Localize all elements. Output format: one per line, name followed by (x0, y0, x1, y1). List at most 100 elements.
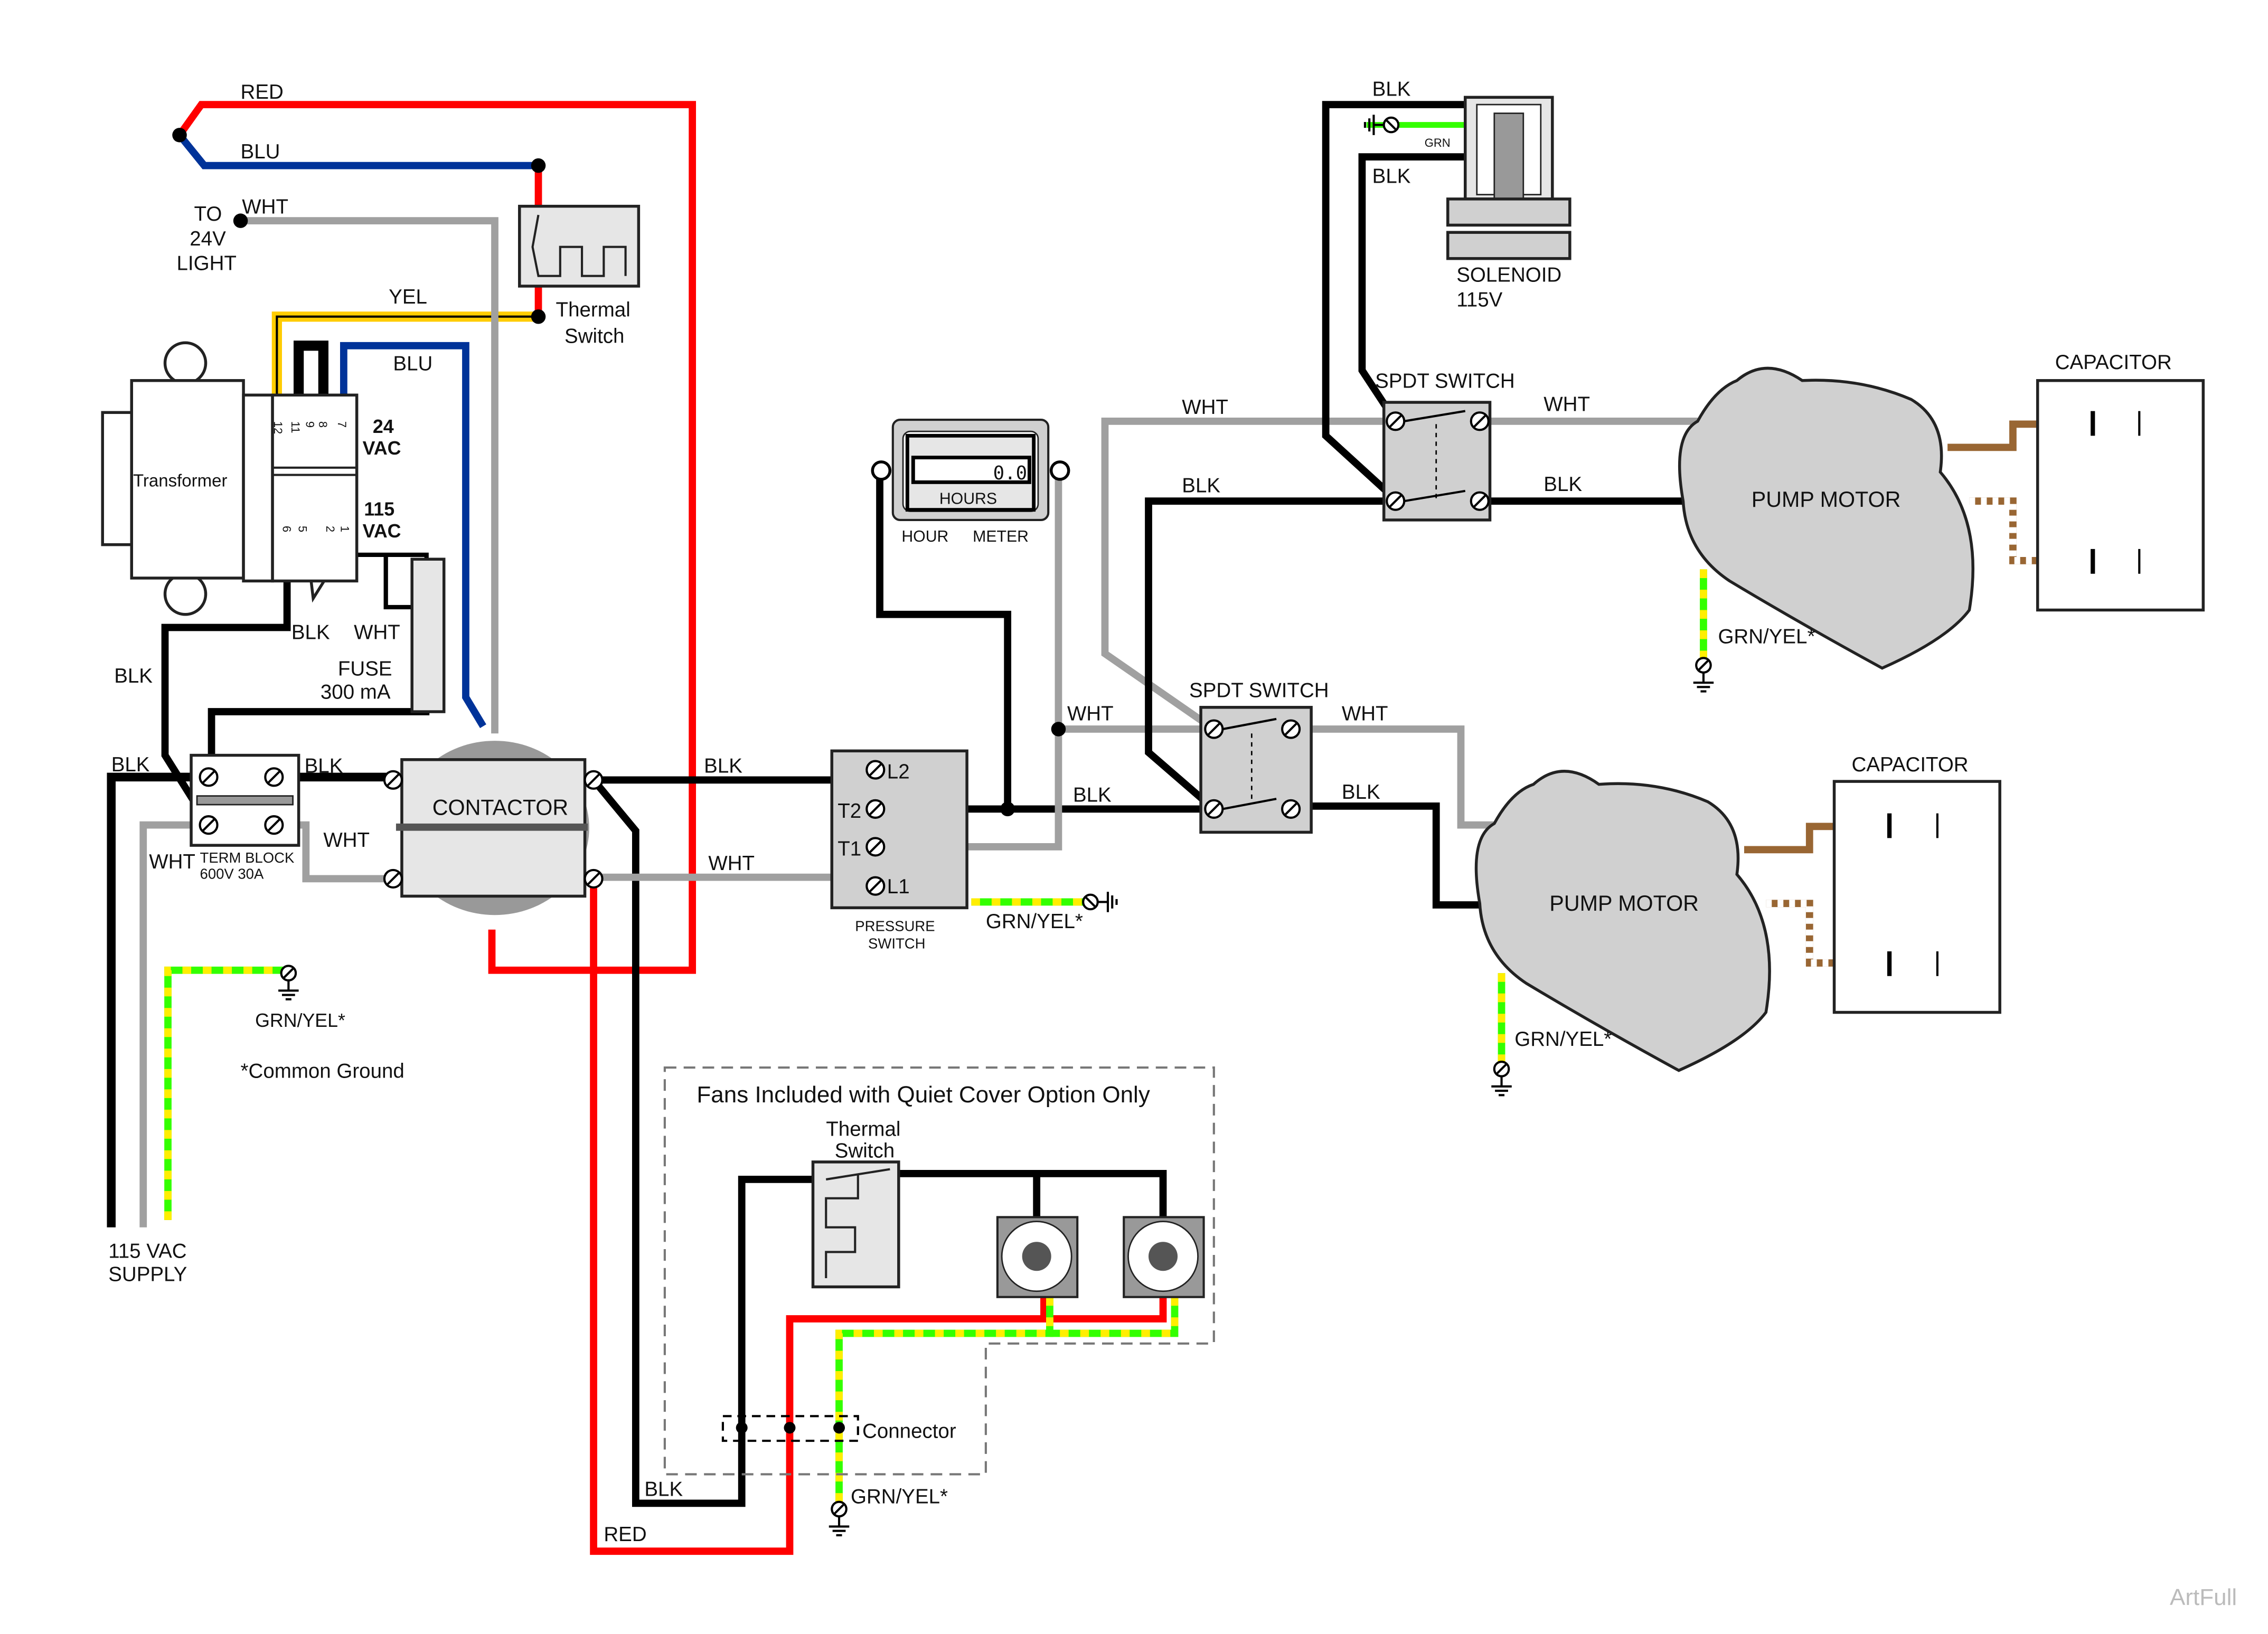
ground-icon (1083, 892, 1116, 912)
label-115vac: VAC (363, 521, 401, 542)
fan-thermal-switch-label: Thermal (826, 1118, 900, 1140)
terminal-label: T2 (837, 800, 861, 823)
term-block-label: TERM BLOCK (200, 849, 295, 866)
fans-section-title: Fans Included with Quiet Cover Option On… (697, 1082, 1150, 1108)
contactor (384, 741, 603, 915)
capacitor-label: CAPACITOR (1852, 753, 1969, 776)
terminal-label: L2 (887, 761, 910, 783)
pin-label: 12 (271, 421, 285, 434)
black-fan-wire (887, 1170, 1167, 1220)
connector-label: Connector (862, 1420, 956, 1443)
label-115vac: 115 (364, 499, 394, 520)
label-blk: BLK (1372, 78, 1411, 101)
label-grn-yel: GRN/YEL* (986, 910, 1083, 933)
supply-label: 115 VAC (108, 1240, 186, 1262)
fan-thermal-switch (811, 1160, 900, 1289)
pin-label: 1 (338, 526, 351, 532)
terminal-label: T1 (837, 837, 861, 860)
label-wht: WHT (354, 621, 400, 644)
spdt-switch-label: SPDT SWITCH (1189, 679, 1329, 702)
common-ground-note: *Common Ground (241, 1060, 404, 1082)
hour-meter-label: HOUR (901, 528, 948, 545)
transformer-label: Transformer (133, 471, 227, 490)
spdt-switch-1 (1382, 401, 1492, 522)
label-light: LIGHT (177, 252, 237, 275)
solenoid-label: SOLENOID (1456, 264, 1561, 287)
spdt-switch-label: SPDT SWITCH (1375, 370, 1515, 393)
label-24vac: 24 (373, 416, 394, 437)
label-wht: WHT (708, 852, 755, 875)
watermark: ArtFull (2170, 1584, 2237, 1610)
label-wht: WHT (149, 851, 195, 873)
contactor-label: CONTACTOR (432, 795, 568, 819)
black-contactor-fan (590, 777, 817, 1507)
black-motor2 (1294, 802, 1480, 909)
label-wht: WHT (1182, 396, 1228, 419)
label-blk: BLK (1342, 781, 1380, 804)
fuse-label: FUSE (338, 657, 392, 680)
thermal-switch (518, 204, 641, 288)
spdt-switch-2 (1199, 706, 1313, 834)
label-blk: BLK (291, 621, 330, 644)
pump-motor-2 (1474, 770, 1771, 1072)
label-wht: WHT (1544, 393, 1590, 416)
thermal-switch-label: Switch (564, 325, 624, 347)
capacitor-2 (1832, 780, 2001, 1014)
label-wht: WHT (1342, 703, 1388, 725)
fan-thermal-switch-label: Switch (835, 1140, 895, 1163)
solenoid-label: 115V (1456, 288, 1502, 311)
hour-meter-display: 0.0 (993, 462, 1028, 484)
pin-label: 5 (296, 526, 309, 532)
pressure-switch-label: PRESSURE (855, 918, 935, 934)
terminal-label: L1 (887, 875, 910, 898)
label-to: TO (194, 203, 222, 225)
label-blk: BLK (644, 1478, 683, 1501)
label-wht: WHT (323, 829, 370, 852)
ground-icon (1693, 658, 1714, 691)
label-grn-yel: GRN/YEL* (851, 1485, 948, 1508)
blue-wire-top (176, 133, 539, 169)
label-grn: GRN (1425, 136, 1451, 149)
pump-motor-1 (1678, 366, 1974, 670)
pin-label: 9 (303, 421, 316, 428)
capacitor-label: CAPACITOR (2055, 351, 2172, 374)
pin-label: 11 (289, 421, 302, 433)
fan-icon (1123, 1216, 1205, 1298)
white-supply-wire (139, 821, 204, 1227)
terminal-block (190, 753, 300, 847)
label-blk: BLK (1372, 165, 1411, 188)
label-red: RED (241, 81, 284, 103)
label-24vac: VAC (363, 438, 401, 459)
wiring-diagram: RED BLU WHT TO 24V LIGHT YEL Thermal Swi… (101, 78, 2237, 1610)
pump-motor-label: PUMP MOTOR (1549, 891, 1699, 915)
pin-label: 2 (324, 526, 337, 532)
label-blu: BLU (393, 353, 432, 375)
term-block-label: 600V 30A (200, 865, 264, 882)
pin-label: 7 (335, 421, 349, 428)
label-wht: WHT (242, 195, 288, 218)
label-blk: BLK (1182, 475, 1220, 497)
white-motor2 (1294, 725, 1494, 829)
label-blk: BLK (114, 665, 153, 687)
label-blu: BLU (241, 140, 280, 163)
hours-label: HOURS (939, 490, 997, 508)
ground-icon (278, 966, 299, 999)
label-blk: BLK (111, 753, 150, 776)
hour-meter-label: METER (973, 528, 1029, 545)
ground-icon (1365, 115, 1398, 135)
label-grn-yel: GRN/YEL* (1718, 626, 1815, 648)
label-blk: BLK (305, 755, 343, 778)
label-grn-yel: GRN/YEL* (1514, 1028, 1612, 1051)
pin-label: 8 (316, 421, 330, 428)
supply-label: SUPPLY (108, 1263, 187, 1286)
pin-label: 6 (280, 526, 293, 532)
label-blk: BLK (1073, 784, 1112, 807)
ground-icon (1491, 1062, 1512, 1095)
capacitor-1 (2036, 379, 2205, 612)
fan-icon (996, 1216, 1079, 1298)
label-grn-yel: GRN/YEL* (255, 1010, 345, 1031)
solenoid (1446, 96, 1571, 260)
pump-motor-label: PUMP MOTOR (1752, 487, 1901, 512)
label-blk: BLK (1544, 473, 1582, 496)
label-red: RED (604, 1523, 646, 1546)
